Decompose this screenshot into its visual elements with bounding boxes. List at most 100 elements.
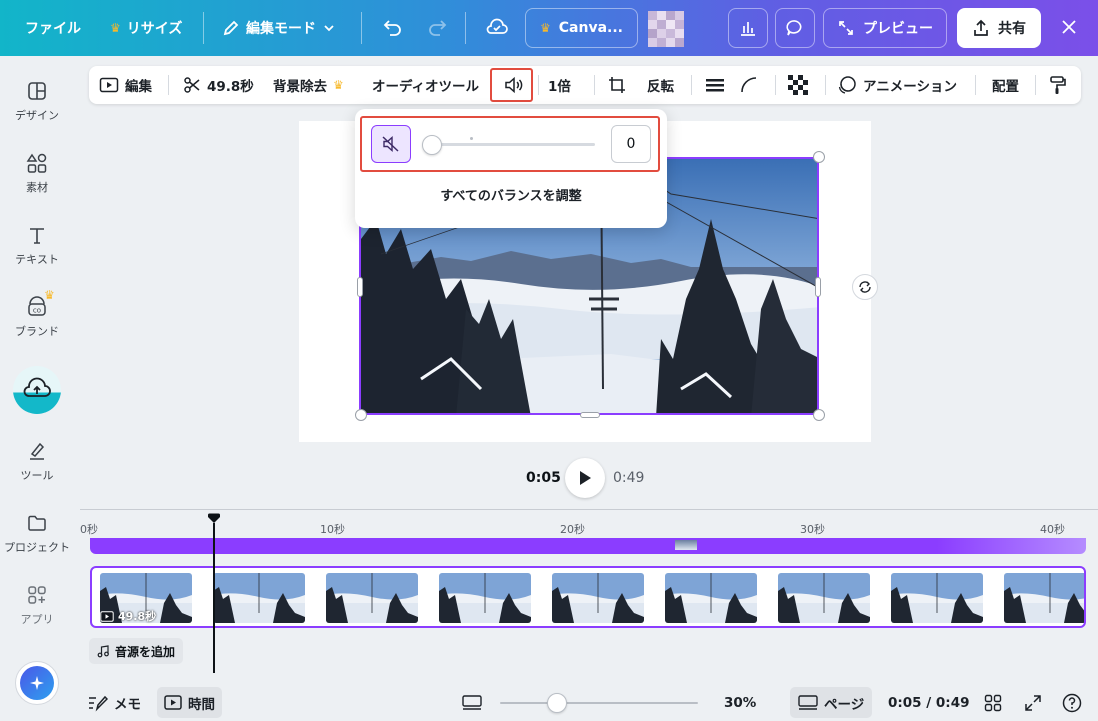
avatar[interactable] [648,11,684,47]
resize-handle[interactable] [580,412,600,418]
animation-button[interactable]: アニメーション [837,66,957,104]
crown-icon: ♛ [110,21,121,35]
edit-label: 編集 [125,79,152,95]
zoom-slider-track[interactable] [500,702,698,704]
total-time: 0:49 [613,470,644,486]
draw-tool-icon [30,442,45,460]
transparency-button[interactable] [788,66,808,104]
resize-handle[interactable] [355,409,367,421]
chevron-down-icon [324,25,334,32]
audio-track-bar[interactable] [90,538,1086,554]
border-style-button[interactable] [705,66,725,104]
transparency-icon [788,75,808,95]
apps-icon [28,586,46,604]
resize-handle[interactable] [815,277,821,297]
pencil-icon [223,20,239,36]
play-button[interactable] [565,458,605,498]
file-menu[interactable]: ファイル [25,18,81,38]
play-icon [580,471,591,485]
balance-label: すべてのバランスを調整 [440,189,582,204]
sidebar-item-brand[interactable]: co ブランド [0,296,74,339]
resize-handle[interactable] [357,277,363,297]
grid-view-button[interactable] [984,684,1002,721]
video-icon [164,695,182,710]
page-thumbnail-icon [462,694,482,710]
sidebar-item-elements[interactable]: 素材 [0,152,74,195]
edit-mode-dropdown[interactable]: 編集モード [222,18,336,38]
volume-control-highlight [360,116,660,172]
expand-icon [839,21,853,35]
fullscreen-icon [1025,694,1041,711]
rounded-corner-icon [741,77,757,93]
border-weight-icon [706,79,724,92]
pages-label: ページ [824,696,865,713]
sidebar-item-projects[interactable]: プロジェクト [0,512,74,555]
crown-icon: ♛ [44,288,55,302]
notes-button[interactable]: メモ [88,684,141,721]
cloud-check-icon [486,18,508,34]
speed-button[interactable]: 1倍 [548,66,571,104]
clip-duration: 49.8秒 [118,610,157,623]
share-button[interactable]: 共有 [957,8,1041,48]
sidebar-item-design[interactable]: デザイン [0,80,74,123]
zoom-slider-thumb[interactable] [547,693,568,713]
copy-style-button[interactable] [1049,66,1067,104]
time-label: 時間 [188,696,215,713]
crop-icon [609,77,625,93]
timeline-toggle[interactable]: 時間 [157,687,222,718]
preview-button[interactable]: プレビュー [823,8,947,48]
rotate-handle[interactable] [852,274,878,300]
add-audio-button[interactable]: 音源を追加 [89,638,184,664]
close-button[interactable] [1059,17,1079,37]
audio-tools-button[interactable]: オーディオツール [372,66,479,104]
preview-label: プレビュー [863,21,933,37]
sidebar-item-label: デザイン [15,109,59,122]
comment-icon [786,20,802,36]
corner-rounding-button[interactable] [740,66,758,104]
resize-button[interactable]: ♛ リサイズ [110,18,182,38]
crop-button[interactable] [608,66,626,104]
bg-remove-label: 背景除去 [273,79,327,95]
undo-button[interactable] [381,16,403,38]
divider [775,75,776,95]
context-toolbar: 編集 49.8秒 背景除去 ♛ オーディオツール 1倍 反転 アニメーション 配… [89,66,1081,104]
resize-handle[interactable] [813,409,825,421]
help-button[interactable] [1062,684,1082,721]
fullscreen-button[interactable] [1024,684,1042,721]
thumbnail-marker [675,540,697,550]
cloud-saved-button[interactable] [485,16,509,38]
grid-icon [984,694,1002,711]
undo-icon [383,20,401,36]
divider [975,75,976,95]
comment-button[interactable] [775,8,815,48]
pages-button[interactable]: ページ [790,687,873,718]
sidebar-item-tools[interactable]: ツール [0,440,74,483]
bg-remove-button[interactable]: 背景除去 ♛ [273,66,344,104]
canva-pro-label: Canva... [558,20,623,36]
insights-button[interactable] [728,8,768,48]
position-button[interactable]: 配置 [992,66,1019,104]
crown-icon: ♛ [540,21,551,35]
position-label: 配置 [992,79,1019,95]
timeline-divider [80,509,1098,510]
scissors-icon [184,77,200,93]
tick-label: 20秒 [560,523,585,536]
sidebar-item-uploads[interactable] [13,366,61,414]
zoom-level[interactable]: 30% [724,684,756,721]
sidebar-item-text[interactable]: テキスト [0,224,74,267]
fit-page-button[interactable] [462,684,482,721]
edit-video-button[interactable]: 編集 [99,66,152,104]
redo-button[interactable] [427,16,449,38]
flip-button[interactable]: 反転 [647,66,674,104]
video-clip-track[interactable]: 49.8秒 [90,566,1086,628]
balance-adjust-link[interactable]: すべてのバランスを調整 [355,185,667,204]
bottom-bar: メモ 時間 30% ページ 0:05 / 0:49 [74,684,1098,721]
filmstrip-frame [665,573,757,623]
playhead[interactable] [207,513,221,673]
sidebar-item-apps[interactable]: アプリ [0,584,74,627]
magic-assistant-button[interactable] [15,661,59,705]
sidebar-item-label: テキスト [15,253,59,266]
canva-pro-button[interactable]: ♛ Canva... [525,8,638,48]
resize-handle[interactable] [813,151,825,163]
trim-button[interactable]: 49.8秒 [183,66,254,104]
